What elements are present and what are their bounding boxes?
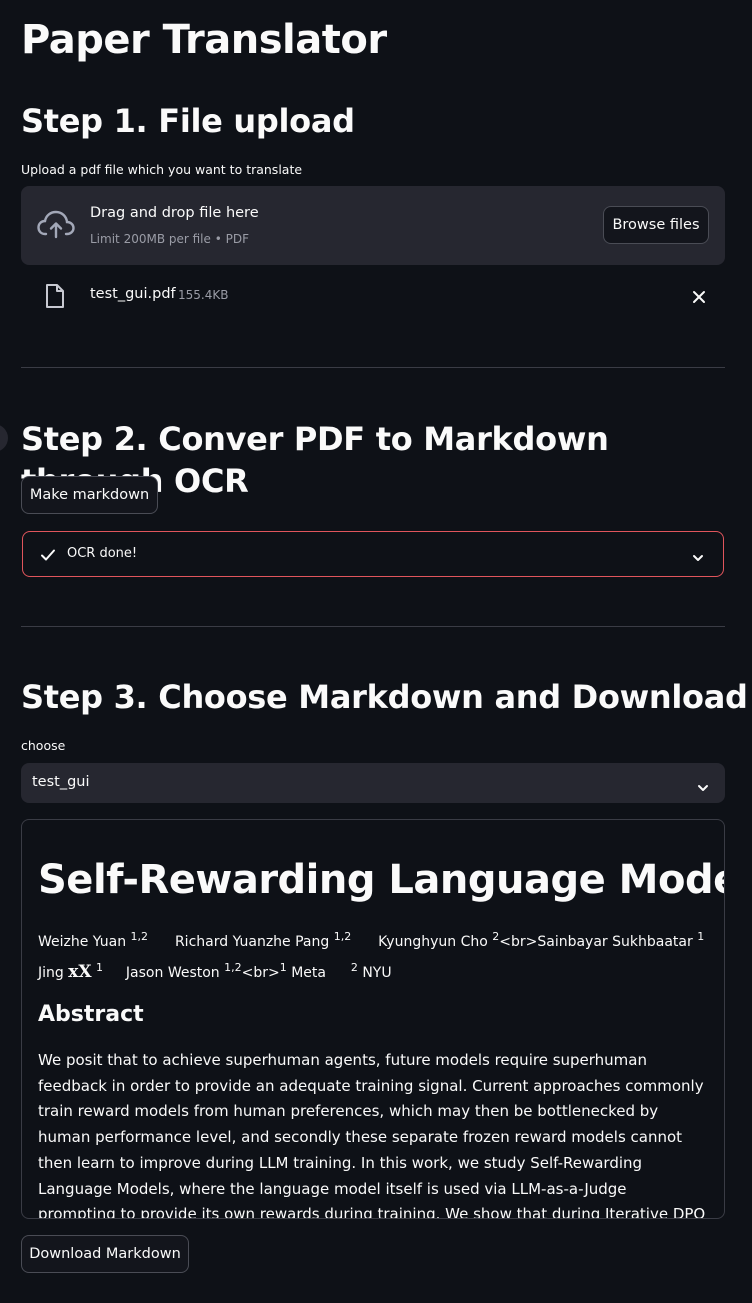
markdown-title: Self-Rewarding Language Models <box>38 857 725 903</box>
close-icon[interactable] <box>692 289 706 308</box>
author-math: xX <box>68 962 92 982</box>
check-icon <box>40 547 56 566</box>
chevron-down-icon <box>692 548 704 567</box>
author: Weizhe Yuan <box>38 934 127 950</box>
file-icon <box>45 283 65 313</box>
markdown-select[interactable]: test_gui <box>21 763 725 803</box>
cloud-upload-icon <box>37 210 75 244</box>
file-name: test_gui.pdf <box>90 286 176 302</box>
select-label: choose <box>21 738 66 753</box>
make-markdown-button[interactable]: Make markdown <box>21 476 158 514</box>
divider <box>21 367 725 368</box>
author: Jason Weston <box>125 965 220 981</box>
affiliation-sup: 2 <box>350 961 358 974</box>
status-text: OCR done! <box>67 546 138 561</box>
abstract-text: We posit that to achieve superhuman agen… <box>38 1051 706 1219</box>
author: Jing <box>38 965 64 981</box>
page-title: Paper Translator <box>21 17 387 63</box>
abstract-heading: Abstract <box>38 1002 144 1027</box>
download-markdown-button[interactable]: Download Markdown <box>21 1235 189 1273</box>
author-sup: 1 <box>96 961 104 974</box>
author: <br>Sainbayar Sukhbaatar <box>499 934 693 950</box>
markdown-authors: Weizhe Yuan 1,2 Richard Yuanzhe Pang 1,2… <box>38 924 708 986</box>
file-dropzone[interactable]: Drag and drop file here Limit 200MB per … <box>21 186 725 265</box>
browse-files-button[interactable]: Browse files <box>603 206 709 244</box>
upload-label: Upload a pdf file which you want to tran… <box>21 162 303 177</box>
affiliation: Meta <box>291 965 326 981</box>
divider <box>21 626 725 627</box>
dropzone-title: Drag and drop file here <box>90 205 259 221</box>
chevron-down-icon <box>697 778 709 797</box>
sidebar-toggle[interactable] <box>0 424 8 452</box>
step1-heading: Step 1. File upload <box>21 102 355 140</box>
affiliation-sup: 1 <box>279 961 287 974</box>
markdown-preview[interactable]: Self-Rewarding Language Models Weizhe Yu… <box>21 819 725 1219</box>
file-size: 155.4KB <box>178 288 229 302</box>
author: Richard Yuanzhe Pang <box>174 934 330 950</box>
author-sup: 1,2 <box>333 930 352 943</box>
uploaded-file-row: test_gui.pdf 155.4KB <box>21 276 725 316</box>
author-sup: 1,2 <box>130 930 149 943</box>
author-sup: 1 <box>697 930 705 943</box>
author-sup: 1,2 <box>224 961 242 974</box>
author: Kyunghyun Cho <box>378 934 488 950</box>
select-value: test_gui <box>32 774 90 790</box>
dropzone-hint: Limit 200MB per file • PDF <box>90 232 249 246</box>
step3-heading: Step 3. Choose Markdown and Download <box>21 678 748 716</box>
author: <br> <box>241 965 280 981</box>
affiliation: NYU <box>362 965 392 981</box>
status-expander[interactable]: OCR done! <box>22 531 724 577</box>
